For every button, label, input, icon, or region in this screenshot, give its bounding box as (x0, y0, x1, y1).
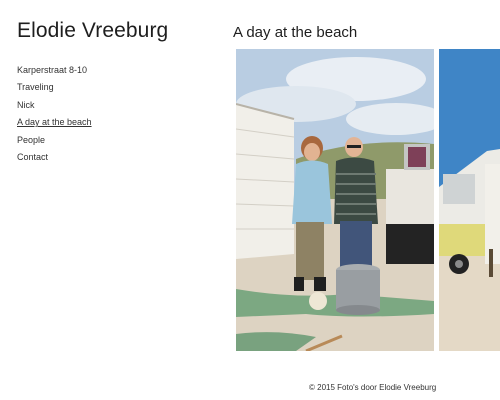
couple-at-beach-image (236, 49, 434, 351)
page-heading: A day at the beach (233, 24, 358, 41)
nav-item-people[interactable]: People (17, 132, 92, 149)
beach-caravan-photo[interactable] (439, 49, 500, 351)
nav-item-nick[interactable]: Nick (17, 97, 92, 114)
nav-item-karperstraat[interactable]: Karperstraat 8-10 (17, 62, 92, 79)
nav-item-a-day-at-the-beach[interactable]: A day at the beach (17, 114, 92, 131)
photo-gallery[interactable] (236, 49, 500, 351)
main-nav: Karperstraat 8-10 Traveling Nick A day a… (17, 62, 92, 166)
page: Elodie Vreeburg Karperstraat 8-10 Travel… (0, 0, 500, 400)
footer-copyright: © 2015 Foto's door Elodie Vreeburg (309, 383, 437, 392)
nav-item-traveling[interactable]: Traveling (17, 79, 92, 96)
beach-caravan-image (439, 49, 500, 351)
couple-at-beach-photo[interactable] (236, 49, 434, 351)
nav-item-contact[interactable]: Contact (17, 149, 92, 166)
site-title[interactable]: Elodie Vreeburg (17, 19, 168, 43)
